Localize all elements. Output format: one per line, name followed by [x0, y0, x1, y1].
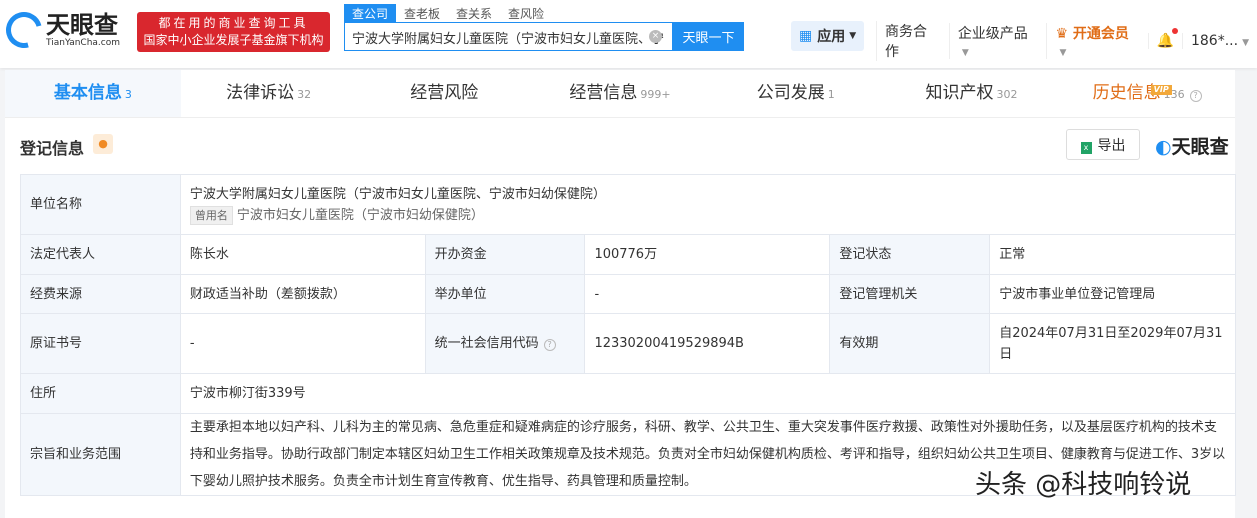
tab-basic-info[interactable]: 基本信息 3: [5, 70, 181, 117]
excel-icon: x: [1080, 141, 1092, 154]
label-authority: 登记管理机关: [829, 274, 991, 314]
vip-badge: VIP: [1150, 85, 1172, 95]
bell-icon[interactable]: 🔔: [1147, 28, 1182, 49]
slogan-line: 国家中小企业发展子基金旗下机构: [143, 33, 324, 47]
caret-down-icon: ▼: [1059, 48, 1067, 58]
brand-logo: ◐天眼查: [1155, 136, 1229, 158]
sponsor: -: [584, 274, 831, 314]
section-tabs: 基本信息 3 法律诉讼 32 经营风险 经营信息 999+ 公司发展 1 知识产权 302…: [5, 70, 1235, 118]
brand-text: 天眼查: [1171, 136, 1229, 158]
tab-operating-info[interactable]: 经营信息 999+: [532, 70, 708, 117]
vip-label: 开通会员: [1072, 26, 1129, 42]
capital: 100776万: [584, 234, 831, 275]
logo-text: 天眼查: [46, 11, 118, 39]
label-rep: 法定代表人: [20, 234, 181, 275]
tab-label: 经营信息: [569, 83, 638, 103]
former-name: 宁波市妇女儿童医院（宁波市妇幼保健院）: [236, 207, 484, 223]
tab-count: 3: [124, 88, 132, 101]
section-title: 登记信息: [20, 139, 85, 158]
legal-rep[interactable]: 陈长水: [179, 234, 426, 275]
label-validity: 有效期: [829, 313, 991, 374]
logo-domain: TianYanCha.com: [46, 38, 121, 48]
logo[interactable]: 天眼查 TianYanCha.com: [0, 5, 121, 55]
tab-history[interactable]: 历史信息 VIP 136?: [1059, 70, 1235, 117]
caret-down-icon: ▼: [1242, 38, 1249, 48]
tab-label: 基本信息: [53, 83, 122, 103]
former-name-tag: 曾用名: [189, 205, 233, 225]
apps-menu[interactable]: ▦ 应用 ▼: [791, 21, 865, 51]
tab-count: 32: [297, 88, 312, 101]
label-funding: 经费来源: [20, 274, 181, 314]
search-tab-company[interactable]: 查公司: [344, 4, 397, 23]
registration-panel: 登记信息 ● x 导出 ◐天眼查 单位名称 宁波大学附属妇女儿童医院（宁波市妇女儿…: [5, 118, 1237, 518]
business-link[interactable]: 商务合作: [876, 21, 949, 61]
registration-table: 单位名称 宁波大学附属妇女儿童医院（宁波市妇女儿童医院、宁波市妇幼保健院） 曾用名…: [20, 174, 1237, 496]
cert: -: [179, 313, 426, 374]
clear-icon[interactable]: ×: [649, 30, 662, 43]
label-status: 登记状态: [829, 234, 991, 275]
help-icon[interactable]: ?: [1189, 90, 1202, 102]
search-button[interactable]: 天眼一下: [673, 22, 744, 51]
label-cert: 原证书号: [20, 313, 181, 374]
search-value: 宁波大学附属妇女儿童医院（宁波市妇女儿童医院、宁: [352, 32, 665, 47]
unit-name: 宁波大学附属妇女儿童医院（宁波市妇女儿童医院、宁波市妇幼保健院）: [189, 186, 606, 202]
label-sponsor: 举办单位: [424, 274, 586, 314]
tab-count: 999+: [640, 88, 671, 101]
validity: 自2024年07月31日至2029年07月31日: [989, 313, 1236, 374]
tab-operating-risk[interactable]: 经营风险: [356, 70, 532, 117]
search-tab-boss[interactable]: 查老板: [396, 4, 448, 23]
tab-label: 公司发展: [756, 83, 825, 103]
label-name: 单位名称: [20, 174, 181, 235]
tab-lawsuits[interactable]: 法律诉讼 32: [181, 70, 357, 117]
tab-label: 法律诉讼: [226, 83, 295, 103]
label-capital: 开办资金: [424, 234, 586, 275]
monitor-bell-icon[interactable]: ●: [93, 134, 113, 154]
tab-count: 1: [827, 88, 835, 101]
vip-menu[interactable]: ♛ 开通会员 ▼: [1046, 23, 1147, 59]
watermark: 头条 @科技响铃说: [975, 470, 1192, 500]
label-credit: 统一社会信用代码: [434, 336, 539, 351]
tab-label: 知识产权: [925, 83, 994, 103]
authority: 宁波市事业单位登记管理局: [989, 274, 1236, 314]
search-tab-relation[interactable]: 查关系: [448, 4, 500, 23]
tab-ip[interactable]: 知识产权 302: [884, 70, 1060, 117]
notification-dot: [1171, 28, 1178, 34]
top-header: 天眼查 TianYanCha.com 都在用的商业查询工具国家中小企业发展子基金旗…: [0, 0, 1257, 68]
funding: 财政适当补助（差额拨款）: [179, 274, 426, 314]
apps-label: 应用: [817, 29, 846, 45]
caret-down-icon: ▼: [961, 48, 969, 58]
help-icon[interactable]: ?: [543, 339, 556, 351]
label-scope: 宗旨和业务范围: [20, 413, 181, 496]
credit-code: 12330200419529894B: [584, 313, 831, 374]
slogan-banner[interactable]: 都在用的商业查询工具国家中小企业发展子基金旗下机构: [137, 12, 330, 52]
user-label: 186*...: [1190, 33, 1239, 49]
user-menu[interactable]: 186*... ▼: [1181, 33, 1257, 49]
slogan-line: 都在用的商业查询工具: [158, 16, 309, 30]
caret-down-icon: ▼: [849, 31, 857, 41]
enterprise-menu[interactable]: 企业级产品 ▼: [948, 23, 1047, 59]
search-input[interactable]: 宁波大学附属妇女儿童医院（宁波市妇女儿童医院、宁 ×: [344, 22, 673, 51]
tab-count: 302: [996, 88, 1018, 101]
status: 正常: [989, 234, 1236, 275]
export-button[interactable]: x 导出: [1066, 129, 1140, 160]
logo-icon: [0, 5, 49, 55]
crown-icon: ♛: [1055, 26, 1069, 42]
tab-company-development[interactable]: 公司发展 1: [708, 70, 884, 117]
grid-icon: ▦: [799, 28, 813, 44]
tab-label: 经营风险: [410, 83, 479, 103]
label-address: 住所: [20, 373, 181, 414]
enterprise-label: 企业级产品: [957, 26, 1028, 42]
search-tab-risk[interactable]: 查风险: [500, 4, 552, 23]
export-label: 导出: [1097, 137, 1126, 154]
address: 宁波市柳汀街339号: [179, 373, 1237, 414]
